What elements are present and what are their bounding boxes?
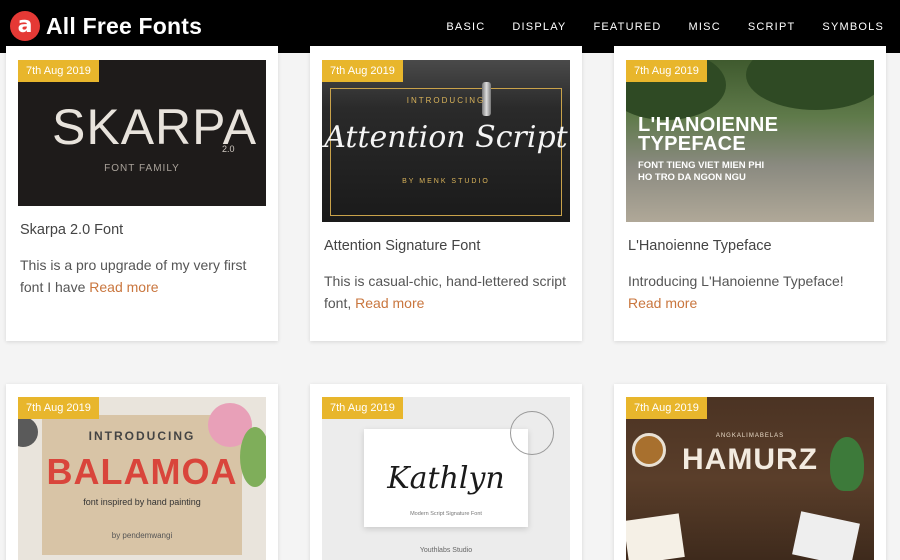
stamp-graphic [510, 411, 554, 455]
nav-basic[interactable]: BASIC [446, 21, 485, 33]
date-badge: 7th Aug 2019 [18, 60, 99, 82]
thumbnail-intro: ANGKALIMABELAS [715, 433, 785, 439]
post-card: 7th Aug 2019 Kathlyn Modern Script Signa… [310, 384, 582, 560]
post-title[interactable]: L'Hanoienne Typeface [628, 238, 772, 254]
post-thumbnail[interactable]: 7th Aug 2019 ANGKALIMABELAS HAMURZ [626, 397, 874, 560]
logo-icon: a [10, 11, 40, 41]
thumbnail-text: Kathlyn [387, 461, 505, 496]
post-card: 7th Aug 2019 INTRODUCING Attention Scrip… [310, 46, 582, 341]
thumbnail-version: 2.0 [222, 144, 235, 154]
post-card: 7th Aug 2019 ANGKALIMABELAS HAMURZ [614, 384, 886, 560]
thumbnail-line: TYPEFACE [638, 133, 746, 155]
thumbnail-subline: FONT TIENG VIET MIEN PHI [638, 160, 765, 171]
nav-script[interactable]: SCRIPT [748, 21, 796, 33]
thumbnail-intro: INTRODUCING [88, 429, 196, 443]
post-excerpt: This is a pro upgrade of my very first f… [20, 254, 268, 298]
notebook-graphic [792, 511, 860, 560]
thumbnail-text: Attention Script [324, 120, 568, 155]
tree-graphic [746, 60, 874, 110]
post-card: 7th Aug 2019 SKARPA 2.0 FONT FAMILY Skar… [6, 46, 278, 341]
read-more-link[interactable]: Read more [355, 295, 424, 311]
thumbnail-subtitle: FONT FAMILY [104, 163, 180, 174]
thumbnail-text: BALAMOA [46, 451, 238, 492]
thumbnail-subline: HO TRO DA NGON NGU [638, 172, 746, 183]
thumbnail-subtitle: font inspired by hand painting [83, 497, 201, 507]
post-thumbnail[interactable]: 7th Aug 2019 INTRODUCING BALAMOA font in… [18, 397, 266, 560]
date-badge: 7th Aug 2019 [626, 397, 707, 419]
thumbnail-subtitle: BY MENK STUDIO [402, 178, 490, 185]
thumbnail-text: HAMURZ [682, 443, 818, 476]
read-more-link[interactable]: Read more [89, 279, 158, 295]
read-more-link[interactable]: Read more [628, 295, 697, 311]
post-thumbnail[interactable]: 7th Aug 2019 L'HANOIENNE TYPEFACE FONT TI… [626, 60, 874, 222]
thumbnail-subtitle: FONT TIENG VIET MIEN PHI HO TRO DA NGON N… [638, 160, 764, 184]
post-excerpt: Introducing L'Hanoienne Typeface! Read m… [628, 270, 876, 314]
thumbnail-author: by pendemwangi [111, 531, 173, 540]
nav-featured[interactable]: FEATURED [593, 21, 661, 33]
post-card: 7th Aug 2019 L'HANOIENNE TYPEFACE FONT TI… [614, 46, 886, 341]
date-badge: 7th Aug 2019 [18, 397, 99, 419]
post-thumbnail[interactable]: 7th Aug 2019 SKARPA 2.0 FONT FAMILY [18, 60, 266, 206]
thumbnail-text: L'HANOIENNE TYPEFACE [638, 115, 778, 155]
thumbnail-studio: Youthlabs Studio [419, 547, 473, 554]
excerpt-text: Introducing L'Hanoienne Typeface! [628, 273, 844, 289]
nav-misc[interactable]: MISC [689, 21, 721, 33]
nav-symbols[interactable]: SYMBOLS [822, 21, 884, 33]
post-excerpt: This is casual-chic, hand-lettered scrip… [324, 270, 572, 314]
site-name: All Free Fonts [46, 12, 203, 39]
post-title[interactable]: Attention Signature Font [324, 238, 480, 254]
post-card: 7th Aug 2019 INTRODUCING BALAMOA font in… [6, 384, 278, 560]
date-badge: 7th Aug 2019 [322, 60, 403, 82]
post-thumbnail[interactable]: 7th Aug 2019 Kathlyn Modern Script Signa… [322, 397, 570, 560]
thumbnail-intro: INTRODUCING [406, 96, 486, 105]
thumbnail-subtitle: Modern Script Signature Font [410, 511, 482, 517]
nav-display[interactable]: DISPLAY [512, 21, 566, 33]
post-title[interactable]: Skarpa 2.0 Font [20, 222, 123, 238]
notebook-graphic [626, 513, 685, 560]
post-thumbnail[interactable]: 7th Aug 2019 INTRODUCING Attention Scrip… [322, 60, 570, 222]
date-badge: 7th Aug 2019 [322, 397, 403, 419]
date-badge: 7th Aug 2019 [626, 60, 707, 82]
site-logo-link[interactable]: a All Free Fonts [10, 8, 202, 44]
